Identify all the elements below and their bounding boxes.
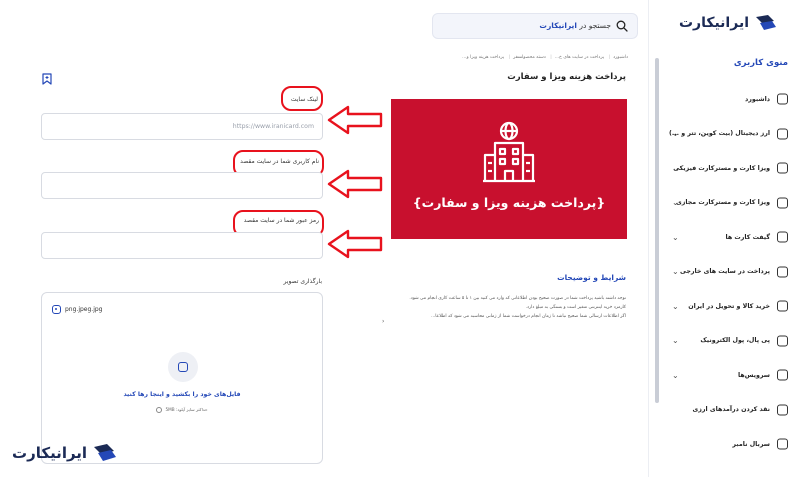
sidebar-item-virtual-card[interactable]: ویزا کارت و مسترکارت مجازی ⌄	[660, 186, 800, 221]
sidebar-item-label: نقد کردن درآمدهای ارزی	[692, 406, 770, 414]
uploaded-file[interactable]: png.jpeg.jpg	[52, 305, 103, 314]
chevron-down-icon: ⌄	[672, 301, 679, 311]
search-input[interactable]: جستجو در ایرانیکارت	[432, 13, 638, 39]
search-prefix: جستجو در	[579, 21, 611, 30]
sidebar-item-cashout[interactable]: نقد کردن درآمدهای ارزی	[660, 393, 800, 428]
sidebar-item-dashboard[interactable]: داشبورد	[660, 82, 800, 117]
embassy-building-icon	[483, 121, 535, 183]
search-brand: ایرانیکارت	[539, 21, 577, 30]
gift-icon	[777, 231, 788, 243]
breadcrumb: داشبورد| پرداخت در سایت های خ...| دسته م…	[462, 55, 628, 60]
watermark-logo-icon	[94, 444, 117, 461]
chevron-down-icon: ⌄	[672, 370, 679, 380]
cart-icon	[777, 300, 788, 312]
terms-line: کارمزد خرید اینترنتی متغیر است و بستگی ب…	[525, 305, 626, 310]
site-link-input[interactable]	[41, 113, 323, 140]
search-placeholder: جستجو در ایرانیکارت	[539, 21, 611, 30]
username-label: نام کاربری شما در سایت مقصد	[240, 158, 319, 165]
breadcrumb-item: پرداخت هزینه ویزا و...	[462, 55, 505, 60]
sidebar-title: منوی کاربری	[733, 58, 788, 68]
sidebar-item-paypal[interactable]: پی پال، پول الکترونیک ⌄	[660, 324, 800, 359]
card-icon	[777, 197, 788, 209]
sidebar-item-serial-number[interactable]: سربال نامبر	[660, 427, 800, 462]
site-link-label: لینک سایت	[290, 96, 318, 103]
password-input[interactable]	[41, 232, 323, 259]
upload-icon-circle	[168, 352, 198, 382]
chevron-down-icon: ⌄	[672, 232, 679, 242]
chevron-down-icon: ⌄	[672, 336, 679, 346]
annotation-arrow-icon	[327, 229, 383, 259]
grid-icon	[777, 369, 788, 381]
card-icon	[777, 162, 788, 174]
sidebar-item-label: ویزا کارت و مسترکارت فیزیکی	[673, 164, 770, 172]
breadcrumb-item[interactable]: داشبورد	[613, 55, 628, 60]
sidebar-item-gift-cards[interactable]: گیفت کارت ها ⌄	[660, 220, 800, 255]
sidebar-item-label: خرید کالا و تحویل در ایران	[688, 302, 770, 310]
sidebar-item-label: سربال نامبر	[732, 440, 770, 448]
annotation-arrow-icon	[327, 105, 383, 135]
info-icon	[156, 407, 163, 413]
sidebar-item-label: پرداخت در سایت های خارجی	[679, 268, 770, 276]
chevron-down-icon: ⌄	[672, 267, 679, 277]
terms-line: اگر اطلاعات ارسالی شما صحیح نباشد تا زما…	[431, 314, 626, 319]
upload-hint-text: حداکثر سایز آپلود: 5MB	[165, 407, 208, 412]
breadcrumb-item[interactable]: دسته محصولسفر	[513, 55, 546, 60]
upload-dropzone[interactable]: png.jpeg.jpg فایل‌های خود را بکشید و این…	[41, 292, 323, 464]
watermark-logo: ایرانیکارت	[12, 442, 118, 464]
search-icon	[616, 20, 628, 32]
sidebar-item-services[interactable]: سرویس‌ها ⌄	[660, 358, 800, 393]
sidebar-item-foreign-payment[interactable]: پرداخت در سایت های خارجی ⌄	[660, 255, 800, 290]
chevron-down-icon: ⌄	[672, 129, 679, 139]
password-label: رمز عبور شما در سایت مقصد	[243, 217, 319, 224]
brand-logo[interactable]: ایرانیکارت	[679, 12, 778, 34]
sidebar-item-label: ویزا کارت و مسترکارت مجازی	[676, 199, 770, 207]
sidebar-item-label: داشبورد	[745, 95, 770, 103]
sidebar-scrollbar[interactable]	[655, 58, 659, 403]
globe-icon	[777, 266, 788, 278]
terms-title: شرایط و توضیحات	[557, 273, 626, 282]
annotation-arrow-icon	[327, 169, 383, 199]
page-title: پرداخت هزینه ویزا و سفارت	[507, 72, 626, 82]
image-file-icon	[52, 305, 61, 314]
uploaded-file-name: png.jpeg.jpg	[65, 306, 103, 313]
chevron-down-icon: ⌄	[672, 198, 679, 208]
terms-body: توجه داشته باشید پرداخت شما در صورت صحیح…	[344, 294, 626, 321]
sidebar-item-label: سرویس‌ها	[737, 371, 770, 379]
sidebar-item-label: پی پال، پول الکترونیک	[700, 337, 770, 345]
upload-label: بارگذاری تصویر	[283, 278, 322, 285]
sidebar-menu: داشبورد ارز دیجیتال (بیت کوین، تتر و ...…	[660, 82, 800, 462]
sidebar-item-crypto[interactable]: ارز دیجیتال (بیت کوین، تتر و ...) ⌄	[660, 117, 800, 152]
brand-logo-icon	[756, 15, 776, 30]
terms-expand-chevron-icon[interactable]: ›	[382, 318, 384, 325]
product-banner: {پرداخت هزینه ویزا و سفارت}	[391, 99, 627, 239]
money-icon	[777, 404, 788, 416]
sidebar-item-label: گیفت کارت ها	[725, 233, 770, 241]
wallet-icon	[777, 335, 788, 347]
breadcrumb-item[interactable]: پرداخت در سایت های خ...	[555, 55, 604, 60]
banner-title: {پرداخت هزینه ویزا و سفارت}	[412, 195, 606, 210]
image-upload-icon	[178, 362, 188, 372]
robot-icon	[777, 438, 788, 450]
dashboard-icon	[777, 93, 788, 105]
bookmark-icon[interactable]	[42, 73, 52, 85]
link-icon	[777, 128, 788, 140]
username-input[interactable]	[41, 172, 323, 199]
brand-name: ایرانیکارت	[678, 15, 749, 31]
sidebar: ایرانیکارت منوی کاربری داشبورد ارز دیجیت…	[648, 0, 800, 477]
chevron-down-icon: ⌄	[672, 163, 679, 173]
watermark-brand-name: ایرانیکارت	[12, 444, 88, 462]
upload-hint: حداکثر سایز آپلود: 5MB	[42, 407, 322, 413]
terms-line: توجه داشته باشید پرداخت شما در صورت صحیح…	[409, 296, 626, 301]
sidebar-item-physical-card[interactable]: ویزا کارت و مسترکارت فیزیکی ⌄	[660, 151, 800, 186]
sidebar-item-goods[interactable]: خرید کالا و تحویل در ایران ⌄	[660, 289, 800, 324]
upload-drop-text: فایل‌های خود را بکشید و اینجا رها کنید	[123, 391, 241, 398]
sidebar-item-label: ارز دیجیتال (بیت کوین، تتر و ...)	[669, 130, 770, 138]
